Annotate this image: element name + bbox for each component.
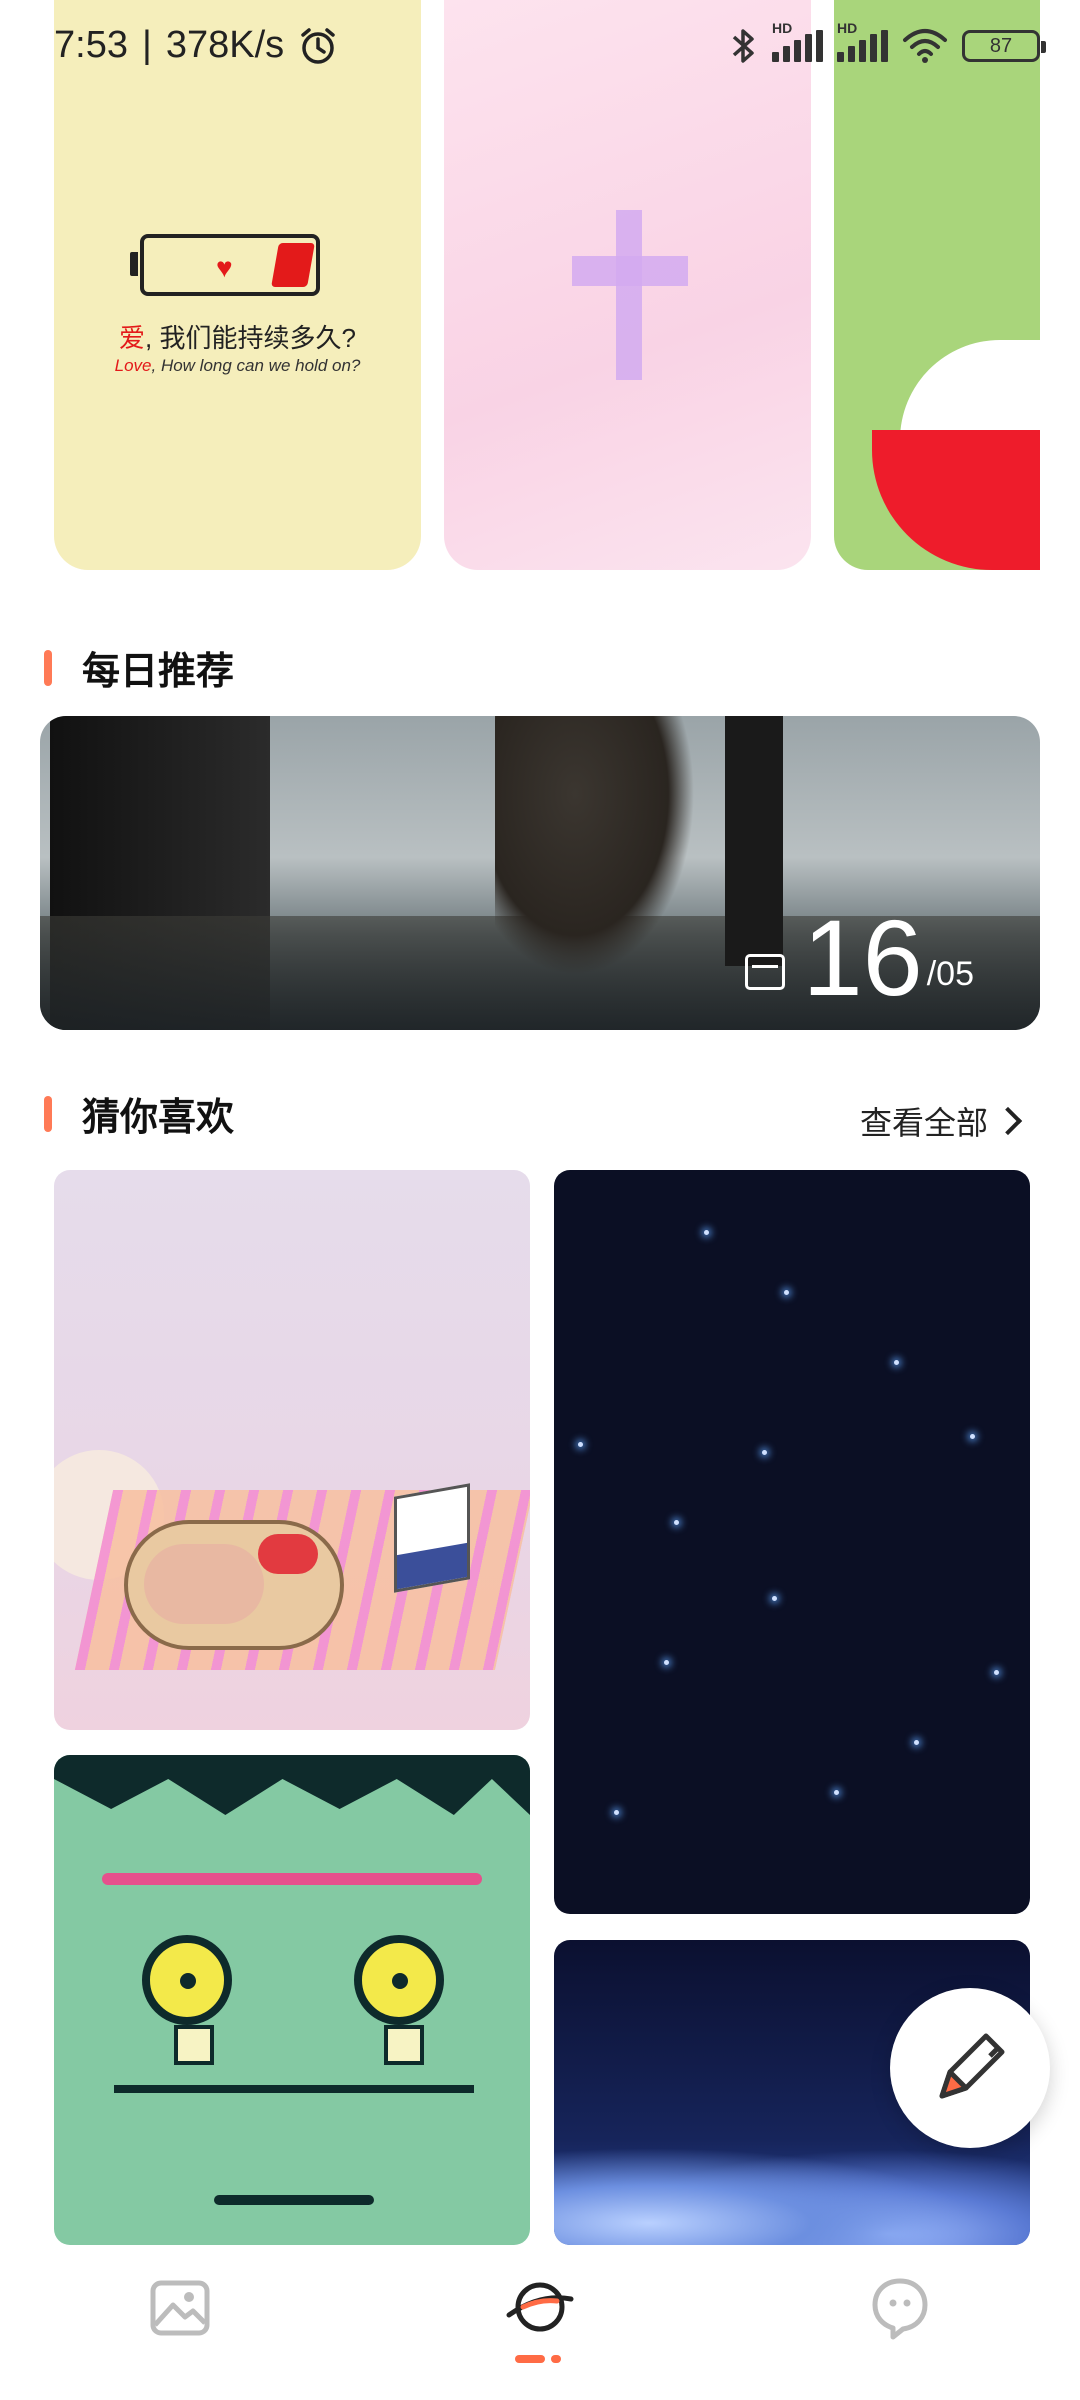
bottom-nav [0, 2245, 1080, 2400]
alarm-icon [301, 27, 335, 64]
gallery-icon [150, 2280, 210, 2336]
love-caption-en: Love, How long can we hold on? [114, 356, 361, 375]
date-month: /05 [926, 955, 974, 993]
wifi-icon [903, 29, 947, 63]
signal-icon-1: HD [772, 20, 823, 62]
bluetooth-icon [732, 29, 754, 63]
wallpaper-tile-monster[interactable] [54, 1755, 530, 2245]
battery-level: 87 [989, 34, 1013, 57]
status-divider: | [141, 24, 152, 66]
heart-icon: ♥ [216, 252, 233, 283]
edit-fab[interactable] [890, 1988, 1050, 2148]
status-bar: 7:53 | 378K/s HD HD 87 [0, 0, 1080, 100]
status-time: 7:53 [54, 24, 128, 66]
daily-section-header: 每日推荐 [44, 640, 234, 695]
nav-item-gallery[interactable] [80, 2245, 280, 2365]
love-caption-cn: 爱, 我们能持续多久? [119, 323, 356, 353]
daily-date: 16 /05 [744, 896, 974, 1018]
nav-item-chat[interactable] [800, 2245, 1000, 2365]
section-accent-bar [44, 1095, 52, 1132]
chevron-right-icon [993, 1106, 1023, 1136]
pencil-icon [939, 2033, 1005, 2099]
wallpaper-tile-stars[interactable] [554, 1170, 1030, 1914]
nav-active-indicator [515, 2355, 565, 2365]
battery-icon: 87 [962, 30, 1046, 62]
wallpaper-tile-bento[interactable] [54, 1170, 530, 1730]
nav-item-discover[interactable] [440, 2245, 640, 2365]
guess-section-title: 猜你喜欢 [82, 1097, 235, 1139]
daily-banner[interactable]: 16 /05 [40, 716, 1040, 1030]
section-accent-bar [44, 649, 52, 686]
status-net-speed: 378K/s [165, 24, 285, 66]
view-all-link[interactable]: 查看全部 [859, 1098, 1023, 1144]
battery-illustration: ♥ [130, 234, 320, 296]
chat-icon [872, 2278, 928, 2340]
planet-icon [506, 2282, 574, 2332]
calendar-icon [744, 954, 785, 990]
signal-icon-2: HD [837, 20, 888, 62]
date-day: 16 [802, 896, 923, 1018]
cross-icon [616, 210, 642, 380]
daily-section-title: 每日推荐 [82, 651, 235, 693]
view-all-label: 查看全部 [859, 1105, 988, 1141]
guess-section-header: 猜你喜欢 [44, 1086, 234, 1141]
